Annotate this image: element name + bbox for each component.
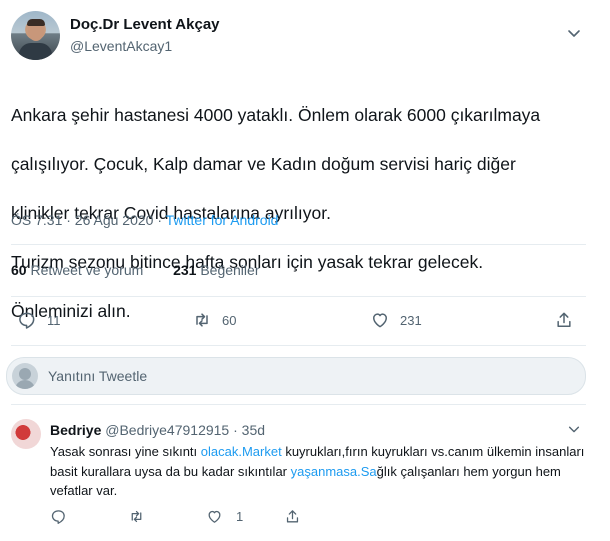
likes-stat-label: Beğeniler (196, 262, 260, 278)
reply-placeholder[interactable]: Yanıtını Tweetle (48, 368, 147, 384)
reply-share-action[interactable] (284, 508, 301, 525)
tweet-meta: ÖS 7:31 · 26 Ağu 2020 · Twitter for Andr… (11, 212, 278, 228)
tweet-line: Ankara şehir hastanesi 4000 yataklı. Önl… (11, 104, 541, 125)
like-action[interactable]: 231 (370, 310, 422, 330)
chevron-down-icon[interactable] (566, 25, 582, 41)
share-icon (286, 510, 299, 523)
heart-icon (373, 313, 387, 328)
reply-action[interactable]: 11 (17, 310, 61, 330)
tweet-line: çalışılıyor. Çocuk, Kalp damar ve Kadın … (11, 153, 516, 174)
divider (11, 345, 586, 346)
timestamp[interactable]: ÖS 7:31 · 26 Ağu 2020 · (11, 212, 166, 228)
retweets-stat-label: Retweet ve yorum (26, 262, 144, 278)
divider (11, 244, 586, 245)
reply-author-handle[interactable]: @Bedriye47912915 (105, 422, 229, 438)
reply-header: Bedriye @Bedriye47912915 · 35d (50, 422, 265, 438)
heart-icon (208, 510, 221, 523)
divider (11, 404, 586, 405)
like-count: 231 (400, 312, 422, 328)
chevron-down-icon[interactable] (567, 422, 581, 436)
reply-author-avatar[interactable] (11, 419, 41, 449)
likes-stat[interactable]: 231 Beğeniler (173, 262, 259, 278)
reply-link[interactable]: yaşanmasa.Sa (291, 464, 377, 479)
reply-count: 11 (47, 312, 61, 328)
reply-reply-action[interactable] (50, 508, 67, 525)
retweet-icon (196, 313, 208, 327)
tweet-stats: 60 Retweet ve yorum 231 Beğeniler (11, 262, 259, 278)
reply-time[interactable]: · 35d (233, 422, 265, 438)
tweet-line: Önleminizi alın. (11, 300, 131, 321)
reply-icon (19, 312, 35, 329)
retweets-stat[interactable]: 60 Retweet ve yorum (11, 262, 143, 278)
retweets-stat-count: 60 (11, 262, 27, 278)
reply-icon (51, 510, 65, 524)
author-handle[interactable]: @LeventAkcay1 (70, 38, 172, 54)
author-name[interactable]: Doç.Dr Levent Akçay (70, 16, 220, 33)
retweet-count: 60 (222, 312, 237, 328)
reply-like-action[interactable]: 1 (206, 508, 243, 525)
source-app-link[interactable]: Twitter for Android (166, 212, 279, 228)
author-avatar[interactable] (11, 11, 60, 60)
likes-stat-count: 231 (173, 262, 197, 278)
share-action[interactable] (554, 310, 574, 330)
reply-text-part: Yasak sonrası yine sıkıntı (50, 444, 201, 459)
retweet-icon (131, 510, 142, 523)
reply-like-count: 1 (236, 509, 244, 524)
reply-text: Yasak sonrası yine sıkıntı olacak.Market… (50, 442, 590, 501)
reply-author-name[interactable]: Bedriye (50, 422, 101, 438)
user-avatar (12, 363, 38, 389)
reply-compose-box[interactable]: Yanıtını Tweetle (6, 357, 586, 395)
divider (11, 296, 586, 297)
share-icon (557, 312, 571, 327)
retweet-action[interactable]: 60 (192, 310, 236, 330)
reply-retweet-action[interactable] (128, 508, 145, 525)
reply-link[interactable]: olacak.Market (201, 444, 282, 459)
